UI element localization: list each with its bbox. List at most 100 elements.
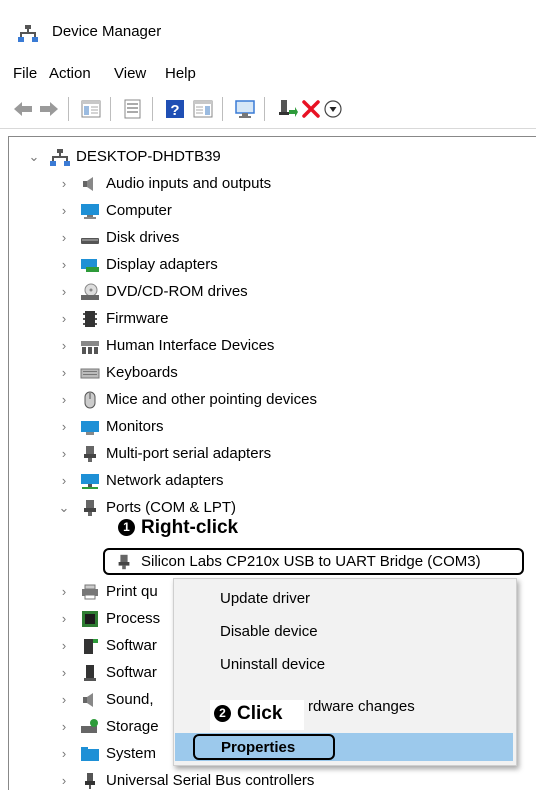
- chevron-right-icon[interactable]: ›: [56, 584, 72, 600]
- menu-properties[interactable]: Properties: [193, 734, 335, 760]
- tree-item-disk-drives[interactable]: › Disk drives: [56, 224, 180, 251]
- back-arrow-icon[interactable]: [12, 98, 34, 120]
- uninstall-device-icon[interactable]: [300, 98, 322, 120]
- tree-item-print-queues[interactable]: › Print qu: [56, 578, 158, 605]
- keyboard-icon: [80, 368, 100, 378]
- tree-item-system-devices[interactable]: › System: [56, 740, 156, 767]
- chip-icon: [83, 310, 97, 327]
- properties-sheet-icon[interactable]: [122, 98, 144, 120]
- chevron-right-icon[interactable]: ›: [56, 176, 72, 192]
- port-icon: [84, 499, 96, 516]
- menu-view[interactable]: View: [114, 65, 146, 82]
- toolbar-separator: [264, 97, 265, 121]
- mouse-icon: [84, 391, 96, 408]
- show-hide-console-tree-icon[interactable]: [80, 98, 102, 120]
- annotation-right-click: 1 Right-click: [118, 517, 238, 539]
- display-adapter-icon: [81, 258, 99, 272]
- chevron-right-icon[interactable]: ›: [56, 638, 72, 654]
- chevron-right-icon[interactable]: ›: [56, 392, 72, 408]
- forward-arrow-icon[interactable]: [38, 98, 60, 120]
- chevron-right-icon[interactable]: ›: [56, 719, 72, 735]
- tree-item-processors[interactable]: › Process: [56, 605, 160, 632]
- speaker-icon: [83, 692, 93, 707]
- tree-item-hid[interactable]: › Human Interface Devices: [56, 332, 275, 359]
- tree-item-software-devices[interactable]: › Softwar: [56, 659, 157, 686]
- tree-item-firmware[interactable]: › Firmware: [56, 305, 169, 332]
- tree-item-display-adapters[interactable]: › Display adapters: [56, 251, 218, 278]
- menu-file[interactable]: File: [13, 65, 37, 82]
- annotation-click: 2 Click: [214, 703, 282, 725]
- chevron-right-icon[interactable]: ›: [56, 611, 72, 627]
- menu-disable-device[interactable]: Disable device: [220, 623, 318, 640]
- toolbar-separator: [222, 97, 223, 121]
- view-icon[interactable]: [192, 98, 214, 120]
- chevron-right-icon[interactable]: ›: [56, 311, 72, 327]
- tree-item-audio[interactable]: › Audio inputs and outputs: [56, 170, 271, 197]
- svg-text:?: ?: [170, 102, 179, 119]
- tree-item-multiport-serial[interactable]: › Multi-port serial adapters: [56, 440, 271, 467]
- disk-drive-icon: [81, 237, 99, 244]
- tree-item-monitors[interactable]: › Monitors: [56, 413, 164, 440]
- scan-hardware-icon[interactable]: [234, 98, 256, 120]
- chevron-right-icon[interactable]: ›: [56, 692, 72, 708]
- chevron-right-icon[interactable]: ›: [56, 203, 72, 219]
- update-driver-icon[interactable]: [276, 98, 298, 120]
- monitor-icon: [81, 203, 99, 219]
- storage-icon: [81, 718, 98, 733]
- chevron-right-icon[interactable]: ›: [56, 446, 72, 462]
- tree-item-keyboards[interactable]: › Keyboards: [56, 359, 178, 386]
- chevron-right-icon[interactable]: ›: [56, 338, 72, 354]
- chevron-right-icon[interactable]: ›: [56, 230, 72, 246]
- port-icon: [118, 554, 130, 569]
- toolbar-separator: [68, 97, 69, 121]
- chevron-right-icon[interactable]: ›: [56, 419, 72, 435]
- help-icon[interactable]: ?: [164, 98, 186, 120]
- device-manager-icon: [18, 25, 38, 42]
- tree-root-label: DESKTOP-DHDTB39: [76, 148, 221, 165]
- toolbar-separator: [110, 97, 111, 121]
- tree-item-network-adapters[interactable]: › Network adapters: [56, 467, 224, 494]
- window-title: Device Manager: [52, 23, 162, 40]
- chevron-right-icon[interactable]: ›: [56, 473, 72, 489]
- tree-item-software-components[interactable]: › Softwar: [56, 632, 157, 659]
- tree-item-dvd-drives[interactable]: › DVD/CD-ROM drives: [56, 278, 248, 305]
- tree-root[interactable]: ⌄ DESKTOP-DHDTB39: [26, 143, 221, 170]
- hid-icon: [81, 340, 99, 354]
- toolbar-separator: [152, 97, 153, 121]
- chevron-right-icon[interactable]: ›: [56, 665, 72, 681]
- tree-item-computer[interactable]: › Computer: [56, 197, 172, 224]
- chevron-right-icon[interactable]: ›: [56, 284, 72, 300]
- printer-icon: [82, 584, 98, 599]
- folder-icon: [81, 746, 99, 761]
- software-component-icon: [84, 638, 98, 654]
- speaker-icon: [83, 176, 93, 191]
- port-icon: [84, 445, 96, 462]
- processor-icon: [82, 610, 98, 627]
- chevron-down-icon[interactable]: ⌄: [56, 500, 72, 516]
- menu-uninstall-device[interactable]: Uninstall device: [220, 656, 325, 673]
- tree-item-sound[interactable]: › Sound,: [56, 686, 154, 713]
- network-icon: [81, 473, 99, 489]
- tree-item-silicon-labs-cp210x[interactable]: Silicon Labs CP210x USB to UART Bridge (…: [103, 548, 524, 575]
- enable-device-icon[interactable]: [322, 98, 344, 120]
- chevron-right-icon[interactable]: ›: [56, 773, 72, 789]
- monitor-icon: [81, 420, 99, 435]
- menu-update-driver[interactable]: Update driver: [220, 590, 310, 607]
- toolbar: ?: [0, 90, 536, 129]
- tree-item-mice[interactable]: › Mice and other pointing devices: [56, 386, 317, 413]
- menu-bar: File Action View Help: [0, 60, 536, 90]
- chevron-right-icon[interactable]: ›: [56, 257, 72, 273]
- computer-network-icon: [50, 148, 70, 166]
- tree-item-storage[interactable]: › Storage: [56, 713, 159, 740]
- title-bar: Device Manager: [0, 0, 536, 60]
- menu-help[interactable]: Help: [165, 65, 196, 82]
- chevron-right-icon[interactable]: ›: [56, 365, 72, 381]
- context-menu: Update driver Disable device Uninstall d…: [173, 578, 517, 766]
- software-device-icon: [84, 664, 96, 681]
- chevron-down-icon[interactable]: ⌄: [26, 149, 42, 165]
- menu-action[interactable]: Action: [49, 65, 91, 82]
- menu-scan-hardware-changes[interactable]: rdware changes: [308, 698, 415, 715]
- usb-icon: [85, 772, 95, 789]
- chevron-right-icon[interactable]: ›: [56, 746, 72, 762]
- dvd-drive-icon: [81, 283, 99, 300]
